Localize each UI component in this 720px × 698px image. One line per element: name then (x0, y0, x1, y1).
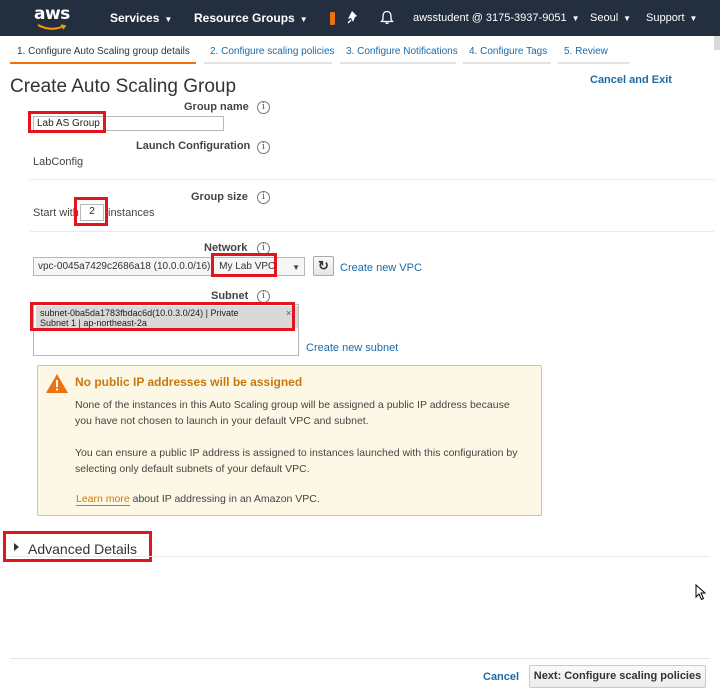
warning-icon (46, 374, 68, 393)
step-5-underline (558, 62, 630, 64)
bell-icon[interactable] (380, 10, 394, 25)
chevron-down-icon: ▼ (299, 15, 308, 24)
services-label: Services (110, 11, 160, 25)
caret-right-icon[interactable] (14, 543, 19, 551)
warning-title: No public IP addresses will be assigned (75, 375, 303, 389)
learn-more-link[interactable]: Learn more (76, 493, 130, 506)
subnet-option-line1: subnet-0ba5da1783fbdac6d(10.0.3.0/24) | … (40, 308, 239, 318)
chevron-down-icon: ▼ (571, 14, 580, 23)
top-navigation-bar: aws Services ▼ Resource Groups ▼ awsstuden… (0, 0, 714, 36)
resource-groups-label: Resource Groups (194, 11, 295, 25)
learn-more-row: Learn more about IP addressing in an Ama… (76, 491, 320, 507)
warning-paragraph-2-line-1: You can ensure a public IP address is as… (75, 447, 518, 459)
aws-logo[interactable]: aws (34, 4, 74, 32)
launch-configuration-value: LabConfig (33, 156, 84, 168)
advanced-details-toggle[interactable]: Advanced Details (28, 541, 137, 557)
footer-divider (10, 658, 710, 659)
step-3-tab[interactable]: 3. Configure Notifications (346, 46, 458, 57)
warning-paragraph-1-line-1: None of the instances in this Auto Scali… (75, 399, 510, 411)
scrollbar-thumb[interactable] (714, 36, 720, 50)
subnet-selected-option[interactable]: subnet-0ba5da1783fbdac6d(10.0.3.0/24) | … (36, 306, 298, 328)
step-1-tab[interactable]: 1. Configure Auto Scaling group details (17, 46, 190, 57)
learn-more-suffix: about IP addressing in an Amazon VPC. (132, 493, 320, 505)
chevron-down-icon: ▼ (292, 263, 300, 272)
group-size-label: Group size (191, 191, 248, 203)
chevron-down-icon: ▼ (164, 15, 173, 24)
warning-paragraph-2-line-2: selecting only default subnets of your d… (75, 463, 310, 475)
info-icon[interactable]: i (257, 191, 270, 204)
step-4-tab[interactable]: 4. Configure Tags (469, 46, 547, 57)
pin-icon[interactable] (347, 10, 361, 24)
account-label: awsstudent @ 3175-3937-9051 (413, 12, 567, 24)
section-divider (30, 231, 714, 232)
info-icon[interactable]: i (257, 101, 270, 114)
services-menu[interactable]: Services ▼ (110, 11, 172, 25)
step-3-underline (340, 62, 456, 64)
account-menu[interactable]: awsstudent @ 3175-3937-9051 ▼ (413, 12, 580, 24)
start-with-label: Start with (33, 207, 79, 219)
mouse-cursor-icon (695, 584, 707, 601)
vpc-id-text: vpc-0045a7429c2686a18 (10.0.0.0/16) (38, 261, 211, 272)
instances-count-input[interactable]: 2 (80, 204, 104, 221)
next-configure-scaling-policies-button[interactable]: Next: Configure scaling policies (529, 665, 706, 688)
info-icon[interactable]: i (257, 290, 270, 303)
step-2-tab[interactable]: 2. Configure scaling policies (210, 46, 335, 57)
subnet-option-line2: Subnet 1 | ap-northeast-2a (40, 318, 147, 328)
refresh-icon: ↻ (318, 258, 329, 273)
footer-cancel-link[interactable]: Cancel (483, 671, 519, 683)
remove-subnet-icon[interactable]: × (286, 308, 291, 318)
step-5-tab[interactable]: 5. Review (564, 46, 608, 57)
aws-logo-text: aws (34, 4, 70, 24)
support-menu[interactable]: Support ▼ (646, 12, 697, 24)
network-select[interactable]: vpc-0045a7429c2686a18 (10.0.0.0/16) My L… (33, 257, 305, 276)
refresh-button[interactable]: ↻ (313, 256, 334, 276)
step-4-underline (463, 62, 551, 64)
aws-smile-icon (37, 24, 67, 30)
info-icon[interactable]: i (257, 242, 270, 255)
support-label: Support (646, 12, 685, 24)
section-divider (10, 556, 710, 557)
scrollbar-track-top (714, 0, 720, 36)
cancel-and-exit-link[interactable]: Cancel and Exit (590, 74, 672, 86)
create-new-subnet-link[interactable]: Create new subnet (306, 342, 398, 354)
chevron-down-icon: ▼ (623, 14, 632, 23)
page-title: Create Auto Scaling Group (10, 76, 237, 97)
network-label: Network (204, 242, 248, 254)
orange-marker (330, 12, 335, 25)
instances-suffix-label: instances (108, 207, 155, 219)
subnet-label: Subnet (211, 290, 249, 302)
region-label: Seoul (590, 12, 619, 24)
step-2-underline (204, 62, 332, 64)
launch-configuration-label: Launch Configuration (136, 140, 251, 152)
wizard-steps: 1. Configure Auto Scaling group details … (0, 36, 714, 66)
group-name-input[interactable]: Lab AS Group (33, 116, 224, 131)
resource-groups-menu[interactable]: Resource Groups ▼ (194, 11, 308, 25)
warning-paragraph-1-line-2: you have not chosen to launch in your de… (75, 415, 369, 427)
group-name-label: Group name (184, 101, 249, 113)
create-new-vpc-link[interactable]: Create new VPC (340, 262, 422, 274)
info-icon[interactable]: i (257, 141, 270, 154)
step-1-underline (10, 62, 196, 64)
chevron-down-icon: ▼ (689, 14, 698, 23)
vpc-name-text: My Lab VPC (219, 261, 276, 272)
section-divider (30, 179, 714, 180)
region-menu[interactable]: Seoul ▼ (590, 12, 631, 24)
